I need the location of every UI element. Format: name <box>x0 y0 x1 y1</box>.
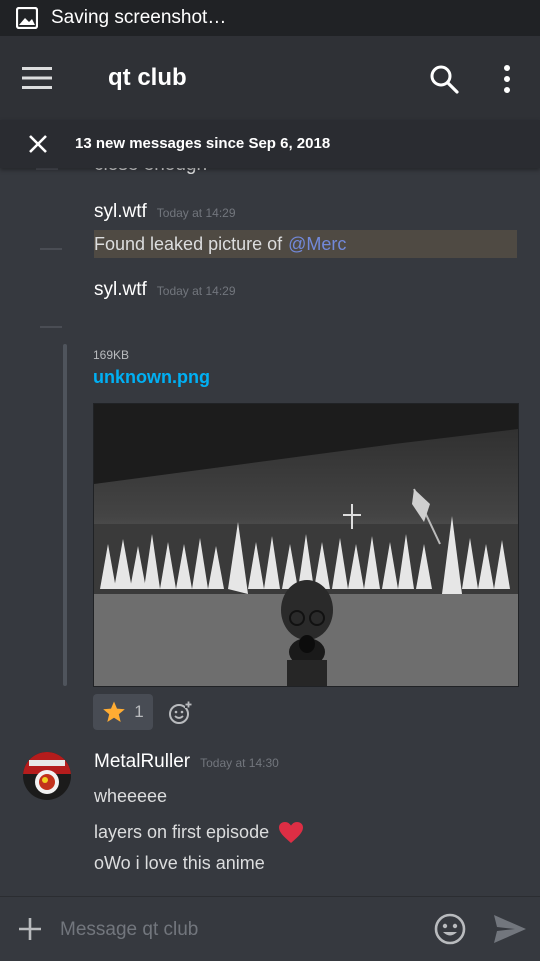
message-header: MetalRuller Today at 14:30 <box>94 751 279 773</box>
mention-highlight-message: Found leaked picture of @Merc <box>94 230 517 258</box>
heart-emoji-icon <box>279 822 304 843</box>
more-vert-icon[interactable] <box>497 64 517 94</box>
avatar <box>40 248 62 250</box>
message-text: layers on first episode <box>94 821 270 842</box>
status-text: Saving screenshot… <box>51 7 227 28</box>
message-text: oWo i love this anime <box>94 853 265 873</box>
timestamp: Today at 14:29 <box>156 206 236 220</box>
author-name[interactable]: MetalRuller <box>94 751 190 773</box>
user-mention[interactable]: @Merc <box>288 234 346 255</box>
message-composer: Message qt club <box>0 896 540 961</box>
menu-icon[interactable] <box>22 67 52 89</box>
new-messages-text: 13 new messages since Sep 6, 2018 <box>75 135 331 152</box>
message-feed[interactable]: close enough syl.wtf Today at 14:29 Foun… <box>0 150 540 896</box>
message-text: wheeeee <box>94 786 168 806</box>
avatar <box>36 168 58 170</box>
image-icon <box>16 7 38 29</box>
message-text: Found leaked picture of <box>94 233 283 254</box>
message-input[interactable]: Message qt club <box>60 919 198 941</box>
attachment-border <box>63 344 67 686</box>
search-icon[interactable] <box>429 64 459 94</box>
avatar <box>40 326 62 328</box>
timestamp: Today at 14:29 <box>156 284 236 298</box>
avatar[interactable] <box>23 752 71 800</box>
message-header: syl.wtf Today at 14:29 <box>94 279 236 301</box>
add-reaction-icon[interactable] <box>168 701 192 725</box>
emoji-icon[interactable] <box>434 913 466 945</box>
author-name[interactable]: syl.wtf <box>94 279 147 301</box>
attachment-filename[interactable]: unknown.png <box>93 367 210 388</box>
plus-icon[interactable] <box>18 917 42 941</box>
attachment-size: 169KB <box>93 348 130 362</box>
message-line: layers on first episode <box>94 821 304 845</box>
timestamp: Today at 14:30 <box>200 756 279 770</box>
channel-title: qt club <box>108 64 187 91</box>
author-name[interactable]: syl.wtf <box>94 201 147 223</box>
status-bar: Saving screenshot… <box>0 0 540 36</box>
star-emoji-icon <box>103 701 126 722</box>
send-icon[interactable] <box>493 914 527 944</box>
app-bar: qt club <box>0 36 540 120</box>
attachment-image[interactable] <box>93 403 519 687</box>
reaction-star[interactable]: 1 <box>93 694 153 730</box>
new-messages-bar[interactable]: 13 new messages since Sep 6, 2018 <box>0 120 540 168</box>
close-icon[interactable] <box>27 133 49 155</box>
reaction-count: 1 <box>134 702 144 721</box>
message-header: syl.wtf Today at 14:29 <box>94 201 236 223</box>
